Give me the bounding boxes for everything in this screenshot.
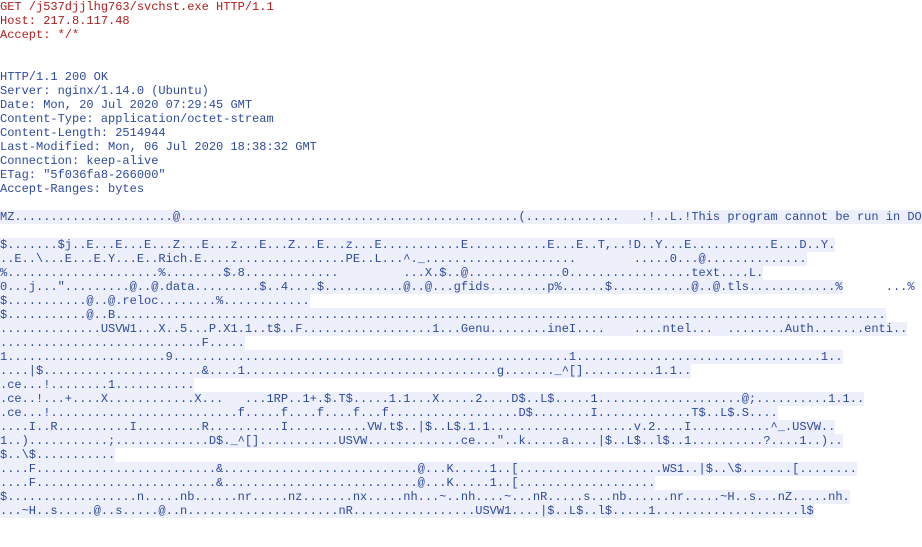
hex-row: %.....................%........$.8......… <box>0 266 763 280</box>
response-header-etag: ETag: "5f036fa8-266000" <box>0 168 166 182</box>
request-line: GET /j537djjlhg763/svchst.exe HTTP/1.1 <box>0 0 274 14</box>
response-status: HTTP/1.1 200 OK <box>0 70 108 84</box>
hex-row: ............................F..... <box>0 336 245 350</box>
response-header-accept-ranges: Accept-Ranges: bytes <box>0 182 144 196</box>
hex-row: ....F.........................&.........… <box>0 462 857 476</box>
packet-dump: GET /j537djjlhg763/svchst.exe HTTP/1.1 H… <box>0 0 922 518</box>
hex-row: .ce..!...+....X............X... ...1RP..… <box>0 392 864 406</box>
hex-row: ....|$......................&....1......… <box>0 364 691 378</box>
hex-row: $...........@..@.reloc........%.........… <box>0 294 310 308</box>
hex-row: ..E..\...E...E.Y...E..Rich.E............… <box>0 252 807 266</box>
request-header-accept: Accept: */* <box>0 28 79 42</box>
binary-body: MZ......................@...............… <box>0 210 922 518</box>
response-header-last-modified: Last-Modified: Mon, 06 Jul 2020 18:38:32… <box>0 140 317 154</box>
hex-row: 1..)...........;.............D$._^[]....… <box>0 434 843 448</box>
response-header-content-length: Content-Length: 2514944 <box>0 126 166 140</box>
hex-row: ..............USVW1...X..5...P.X1.1..t$.… <box>0 322 907 336</box>
hex-row: 1......................9................… <box>0 350 843 364</box>
hex-row: $...........@..B........................… <box>0 308 886 322</box>
hex-row: $.......$j..E...E...E...Z...E...z...E...… <box>0 238 835 252</box>
response-header-connection: Connection: keep-alive <box>0 154 158 168</box>
hex-row: ...~H..s.....@..s.....@..n..............… <box>0 504 814 518</box>
response-header-server: Server: nginx/1.14.0 (Ubuntu) <box>0 84 209 98</box>
hex-row: ....I..R..........I.........R..........I… <box>0 420 835 434</box>
hex-row: $..................n.....nb......nr.....… <box>0 490 850 504</box>
hex-row: MZ......................@...............… <box>0 210 922 224</box>
hex-row: .ce...!..........................f.....f… <box>0 406 778 420</box>
response-header-date: Date: Mon, 20 Jul 2020 07:29:45 GMT <box>0 98 252 112</box>
hex-row: .ce...!........1........... <box>0 378 194 392</box>
hex-row: $..\$........... <box>0 448 115 462</box>
http-response: HTTP/1.1 200 OK Server: nginx/1.14.0 (Ub… <box>0 70 317 196</box>
request-header-host: Host: 217.8.117.48 <box>0 14 130 28</box>
http-request: GET /j537djjlhg763/svchst.exe HTTP/1.1 H… <box>0 0 274 42</box>
response-header-content-type: Content-Type: application/octet-stream <box>0 112 274 126</box>
hex-row: 0...j...".........@..@.data.........$..4… <box>0 280 843 294</box>
hex-row: ....F.........................&.........… <box>0 476 655 490</box>
